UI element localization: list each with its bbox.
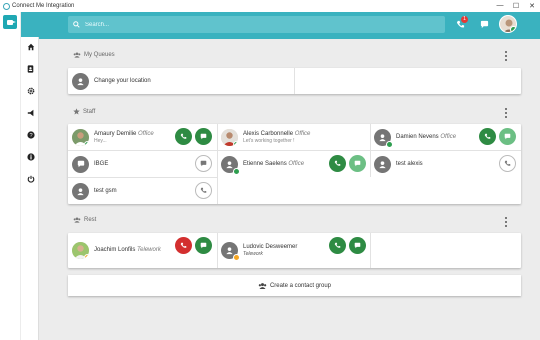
status-dot <box>233 253 240 261</box>
call-button[interactable] <box>479 128 496 145</box>
call-button[interactable] <box>175 128 192 145</box>
window-titlebar: Connect Me Integration — ☐ ✕ <box>0 0 540 12</box>
chat-button[interactable] <box>195 155 212 172</box>
chat-icon <box>504 133 511 140</box>
status-dot <box>386 140 393 148</box>
avatar <box>72 182 89 200</box>
contacts-icon[interactable] <box>26 64 35 73</box>
chat-button[interactable] <box>195 237 212 254</box>
contact-item[interactable]: Amaury Demilie Office Hey... <box>72 124 154 150</box>
home-icon[interactable] <box>26 42 35 51</box>
phone-icon <box>334 242 341 248</box>
group-icon <box>73 217 81 223</box>
call-button[interactable] <box>499 155 516 172</box>
chat-icon <box>200 242 207 249</box>
contact-item[interactable]: test gsm <box>72 178 117 204</box>
avatar <box>374 155 391 173</box>
top-bar: 1 <box>21 12 540 39</box>
window-title: Connect Me Integration <box>12 3 75 9</box>
create-contact-group-button[interactable]: Create a contact group <box>68 275 521 296</box>
avatar <box>221 241 240 261</box>
chat-button[interactable] <box>195 128 212 145</box>
power-icon[interactable] <box>26 174 35 183</box>
user-avatar[interactable] <box>499 15 517 33</box>
close-button[interactable]: ✕ <box>524 2 540 10</box>
section-title-queues: My Queues <box>73 52 115 58</box>
status-dot <box>84 253 89 259</box>
avatar <box>72 72 89 90</box>
group-icon <box>258 282 267 289</box>
queues-menu-icon[interactable] <box>504 51 508 61</box>
group-icon <box>73 52 81 58</box>
queues-card: Change your location <box>68 68 521 94</box>
status-dot <box>510 26 516 32</box>
maximize-button[interactable]: ☐ <box>508 2 524 10</box>
announcement-icon[interactable] <box>26 108 35 117</box>
chat-button[interactable] <box>349 237 366 254</box>
avatar <box>72 128 89 146</box>
phone-icon <box>334 160 341 166</box>
avatar <box>221 128 238 146</box>
search-box[interactable] <box>68 16 445 33</box>
list-item[interactable]: Change your location <box>72 68 151 94</box>
contact-item[interactable]: Ludovic Desweemer Telework <box>221 237 297 263</box>
chat-button[interactable] <box>499 128 516 145</box>
missed-calls-badge: 1 <box>461 16 468 23</box>
contact-item[interactable]: Damien Nevens Office <box>374 124 456 150</box>
staff-menu-icon[interactable] <box>504 108 508 118</box>
contact-item[interactable]: test alexis <box>374 151 423 177</box>
section-title-staff: Staff <box>73 108 95 115</box>
status-dot <box>84 140 89 146</box>
section-title-rest: Rest <box>73 217 96 223</box>
chat-icon <box>200 133 207 140</box>
contact-item[interactable]: IBGE <box>72 151 108 177</box>
rest-menu-icon[interactable] <box>504 217 508 227</box>
phone-icon <box>200 187 207 193</box>
chat-icon <box>200 160 207 167</box>
phone-icon <box>180 242 187 248</box>
star-icon <box>73 108 80 115</box>
staff-card: Amaury Demilie Office Hey... Alexis Carbo… <box>68 124 521 204</box>
help-icon[interactable]: ? <box>26 130 35 139</box>
svg-text:?: ? <box>29 133 32 139</box>
chat-icon <box>354 242 361 249</box>
app-logo <box>3 15 17 29</box>
contact-item[interactable]: Alexis Carbonnelle Office Let's working t… <box>221 124 310 150</box>
call-button[interactable] <box>329 237 346 254</box>
contact-item[interactable]: Joachim Lonfils Telework <box>72 237 161 263</box>
chat-icon <box>354 160 361 167</box>
rest-card: Joachim Lonfils Telework Ludovic Desweem… <box>68 233 521 268</box>
nav-rail: ? <box>21 37 39 340</box>
chat-button[interactable] <box>477 17 491 31</box>
queue-label: Change your location <box>94 78 151 84</box>
phone-icon <box>180 133 187 139</box>
info-icon[interactable] <box>26 152 35 161</box>
call-button[interactable] <box>195 182 212 199</box>
avatar <box>72 241 89 259</box>
app-sidebar <box>0 12 20 340</box>
settings-icon[interactable] <box>26 86 35 95</box>
search-input[interactable] <box>85 21 415 28</box>
call-button[interactable] <box>175 237 192 254</box>
avatar <box>221 155 240 175</box>
avatar <box>374 128 393 148</box>
phone-icon <box>504 160 511 166</box>
avatar <box>72 155 89 173</box>
chat-icon <box>77 160 84 168</box>
status-dot <box>233 167 240 175</box>
search-icon <box>73 21 80 28</box>
chat-icon <box>480 20 488 28</box>
phone-icon <box>484 133 491 139</box>
contact-item[interactable]: Etienne Saelens Office <box>221 151 304 177</box>
minimize-button[interactable]: — <box>492 2 508 10</box>
call-button[interactable] <box>329 155 346 172</box>
chat-button[interactable] <box>349 155 366 172</box>
app-icon <box>3 2 10 10</box>
status-dot <box>233 140 238 146</box>
